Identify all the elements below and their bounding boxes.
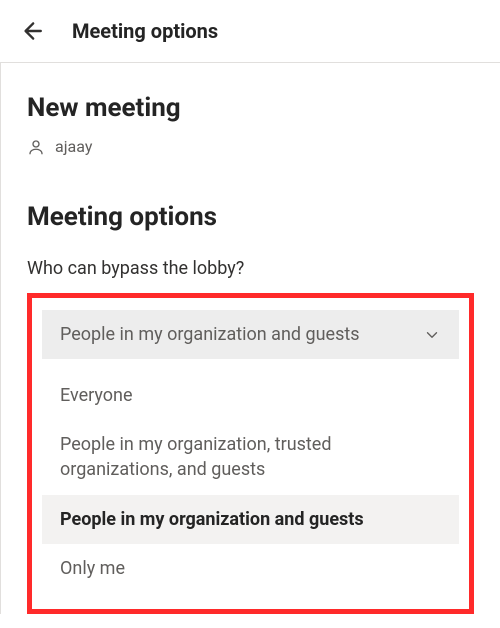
lobby-label: Who can bypass the lobby? <box>27 258 474 279</box>
person-icon <box>27 138 45 156</box>
back-button[interactable] <box>18 18 44 44</box>
lobby-dropdown[interactable]: People in my organization and guests <box>42 310 459 359</box>
page-title: Meeting options <box>72 19 218 43</box>
lobby-option-only-me[interactable]: Only me <box>42 544 459 593</box>
lobby-option-trusted[interactable]: People in my organization, trusted organ… <box>42 420 459 494</box>
organizer-row: ajaay <box>27 137 474 156</box>
meeting-options-heading: Meeting options <box>27 202 474 232</box>
chevron-down-icon <box>423 326 441 344</box>
lobby-option-org-guests[interactable]: People in my organization and guests <box>42 495 459 544</box>
lobby-options: Everyone People in my organization, trus… <box>42 371 459 593</box>
content: New meeting ajaay Meeting options Who ca… <box>1 63 500 614</box>
new-meeting-heading: New meeting <box>27 93 474 123</box>
lobby-option-everyone[interactable]: Everyone <box>42 371 459 420</box>
header: Meeting options <box>0 0 500 62</box>
highlight-box: People in my organization and guests Eve… <box>27 293 474 614</box>
arrow-left-icon <box>18 18 44 44</box>
content-wrap: New meeting ajaay Meeting options Who ca… <box>0 63 500 614</box>
lobby-selected-value: People in my organization and guests <box>60 324 360 345</box>
organizer-name: ajaay <box>55 137 92 156</box>
